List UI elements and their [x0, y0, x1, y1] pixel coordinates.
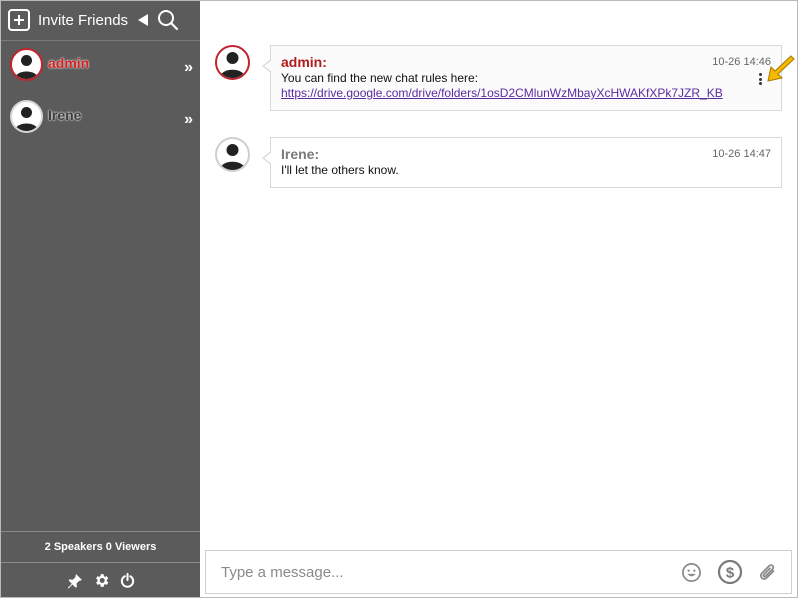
message-text: I'll let the others know.: [281, 163, 399, 177]
collapse-sidebar-icon[interactable]: [138, 14, 149, 26]
sidebar-header: Invite Friends: [1, 1, 200, 39]
message-sender: admin:: [281, 54, 327, 70]
message-composer: $: [205, 550, 792, 594]
message-timestamp: 10-26 14:47: [712, 148, 771, 160]
emoji-icon[interactable]: [681, 562, 702, 583]
invite-friends-button[interactable]: Invite Friends: [8, 9, 128, 31]
message-bubble: admin: 10-26 14:46 You can find the new …: [262, 45, 782, 111]
message-input[interactable]: [206, 551, 676, 593]
gear-icon[interactable]: [93, 572, 110, 589]
svg-text:$: $: [726, 565, 735, 582]
user-name: Irene: [48, 107, 82, 123]
message-text: You can find the new chat rules here:: [281, 71, 479, 85]
user-name: admin: [48, 55, 90, 71]
avatar: [10, 100, 43, 133]
user-list-item-irene[interactable]: Irene »: [1, 93, 200, 139]
speaker-viewer-count: 2 Speakers 0 Viewers: [1, 531, 200, 563]
invite-friends-label: Invite Friends: [38, 11, 129, 29]
avatar: [215, 137, 250, 172]
avatar: [10, 48, 43, 81]
double-chevron-right-icon[interactable]: »: [184, 111, 193, 129]
pin-icon[interactable]: [67, 573, 83, 589]
sidebar-toolbar: [1, 564, 200, 597]
user-silhouette-icon: [15, 107, 38, 131]
dollar-icon[interactable]: $: [717, 559, 743, 585]
chat-messages-area: admin: 10-26 14:46 You can find the new …: [201, 1, 797, 548]
plus-icon: [8, 9, 30, 31]
user-silhouette-icon: [220, 52, 245, 78]
search-icon[interactable]: [157, 9, 179, 31]
pointer-arrow-icon: [767, 55, 795, 82]
power-icon[interactable]: [120, 573, 135, 588]
avatar: [215, 45, 250, 80]
sidebar: Invite Friends admin » Irene » 2 Speaker…: [1, 1, 200, 597]
user-silhouette-icon: [220, 144, 245, 170]
message-sender: Irene:: [281, 146, 320, 162]
paperclip-icon[interactable]: [757, 562, 779, 584]
user-silhouette-icon: [15, 55, 38, 79]
message-bubble: Irene: 10-26 14:47 I'll let the others k…: [262, 137, 782, 188]
message-link[interactable]: https://drive.google.com/drive/folders/1…: [281, 86, 755, 101]
double-chevron-right-icon[interactable]: »: [184, 59, 193, 77]
user-list-item-admin[interactable]: admin »: [1, 41, 200, 87]
